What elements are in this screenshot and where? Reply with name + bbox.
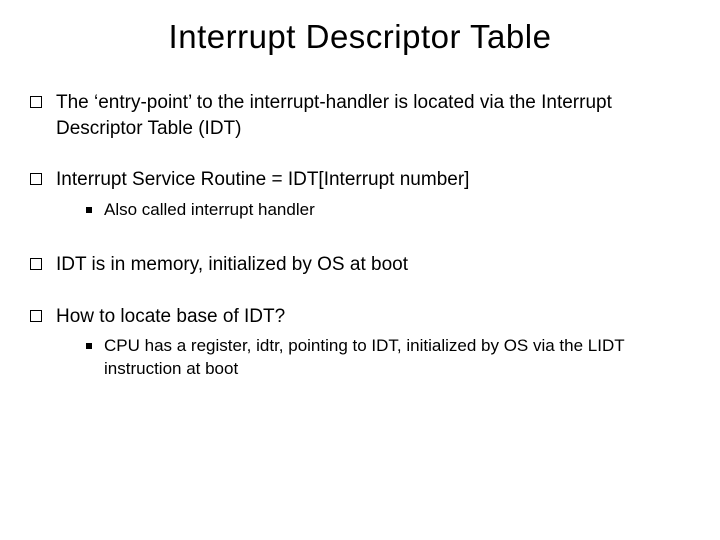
square-sub-bullet-icon bbox=[86, 207, 92, 213]
square-bullet-icon bbox=[30, 310, 42, 322]
sub-list-item-text: CPU has a register, idtr, pointing to ID… bbox=[104, 335, 690, 381]
list-item-text: IDT is in memory, initialized by OS at b… bbox=[56, 254, 408, 275]
sub-list: Also called interrupt handler bbox=[86, 199, 690, 222]
sub-list-item: Also called interrupt handler bbox=[86, 199, 690, 222]
square-sub-bullet-icon bbox=[86, 343, 92, 349]
square-bullet-icon bbox=[30, 96, 42, 108]
square-bullet-icon bbox=[30, 173, 42, 185]
list-item-body: IDT is in memory, initialized by OS at b… bbox=[56, 252, 690, 278]
list-item: How to locate base of IDT? CPU has a reg… bbox=[30, 304, 690, 386]
slide-title: Interrupt Descriptor Table bbox=[30, 18, 690, 56]
list-item-text: How to locate base of IDT? bbox=[56, 306, 285, 327]
list-item: IDT is in memory, initialized by OS at b… bbox=[30, 252, 690, 278]
sub-list-item: CPU has a register, idtr, pointing to ID… bbox=[86, 335, 690, 381]
list-item-body: Interrupt Service Routine = IDT[Interrup… bbox=[56, 167, 690, 226]
list-item-body: How to locate base of IDT? CPU has a reg… bbox=[56, 304, 690, 386]
list-item-text: The ‘entry-point’ to the interrupt-handl… bbox=[56, 92, 612, 139]
sub-list: CPU has a register, idtr, pointing to ID… bbox=[86, 335, 690, 381]
square-bullet-icon bbox=[30, 258, 42, 270]
bullet-list: The ‘entry-point’ to the interrupt-handl… bbox=[30, 90, 690, 385]
slide: Interrupt Descriptor Table The ‘entry-po… bbox=[0, 0, 720, 540]
list-item: The ‘entry-point’ to the interrupt-handl… bbox=[30, 90, 690, 141]
sub-list-item-text: Also called interrupt handler bbox=[104, 199, 690, 222]
list-item: Interrupt Service Routine = IDT[Interrup… bbox=[30, 167, 690, 226]
list-item-body: The ‘entry-point’ to the interrupt-handl… bbox=[56, 90, 690, 141]
list-item-text: Interrupt Service Routine = IDT[Interrup… bbox=[56, 169, 469, 190]
